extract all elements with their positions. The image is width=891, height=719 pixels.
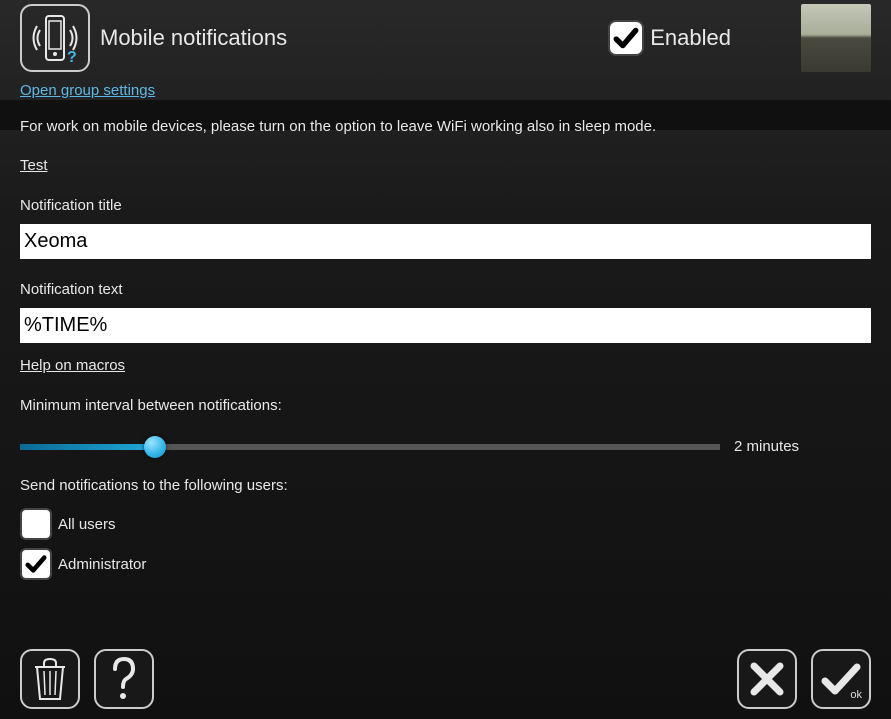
interval-label: Minimum interval between notifications:	[0, 397, 891, 414]
mobile-phone-icon: ?	[32, 12, 78, 64]
enabled-toggle[interactable]: Enabled	[608, 20, 731, 56]
checkmark-icon	[613, 25, 639, 51]
checkmark-icon	[25, 553, 47, 575]
close-icon	[749, 661, 785, 697]
cancel-button[interactable]	[737, 649, 797, 709]
slider-thumb[interactable]	[144, 436, 166, 458]
slider-fill	[20, 444, 155, 450]
open-group-settings-link[interactable]: Open group settings	[20, 82, 155, 99]
notification-title-label: Notification title	[0, 197, 891, 214]
enabled-label: Enabled	[650, 25, 731, 51]
footer-toolbar: ok	[0, 649, 891, 709]
interval-value: 2 minutes	[734, 438, 799, 455]
help-on-macros-link[interactable]: Help on macros	[20, 357, 125, 374]
trash-icon	[33, 657, 67, 701]
header-bar: ? Mobile notifications Enabled	[0, 0, 891, 72]
page-title: Mobile notifications	[100, 25, 608, 51]
question-icon	[109, 657, 139, 701]
administrator-checkbox[interactable]	[20, 548, 52, 580]
interval-slider[interactable]	[20, 444, 720, 450]
notification-title-input[interactable]	[20, 224, 871, 259]
wifi-info-text: For work on mobile devices, please turn …	[0, 118, 891, 135]
all-users-label: All users	[58, 516, 116, 533]
enabled-checkbox[interactable]	[608, 20, 644, 56]
module-icon: ?	[20, 4, 90, 72]
notification-text-input[interactable]	[20, 308, 871, 343]
all-users-checkbox[interactable]	[20, 508, 52, 540]
notification-text-label: Notification text	[0, 281, 891, 298]
test-link[interactable]: Test	[20, 157, 48, 174]
camera-preview-thumbnail[interactable]	[801, 4, 871, 72]
ok-label: ok	[850, 689, 862, 701]
users-section-label: Send notifications to the following user…	[0, 477, 891, 494]
svg-text:?: ?	[67, 49, 77, 64]
delete-button[interactable]	[20, 649, 80, 709]
help-button[interactable]	[94, 649, 154, 709]
administrator-label: Administrator	[58, 556, 146, 573]
ok-button[interactable]: ok	[811, 649, 871, 709]
